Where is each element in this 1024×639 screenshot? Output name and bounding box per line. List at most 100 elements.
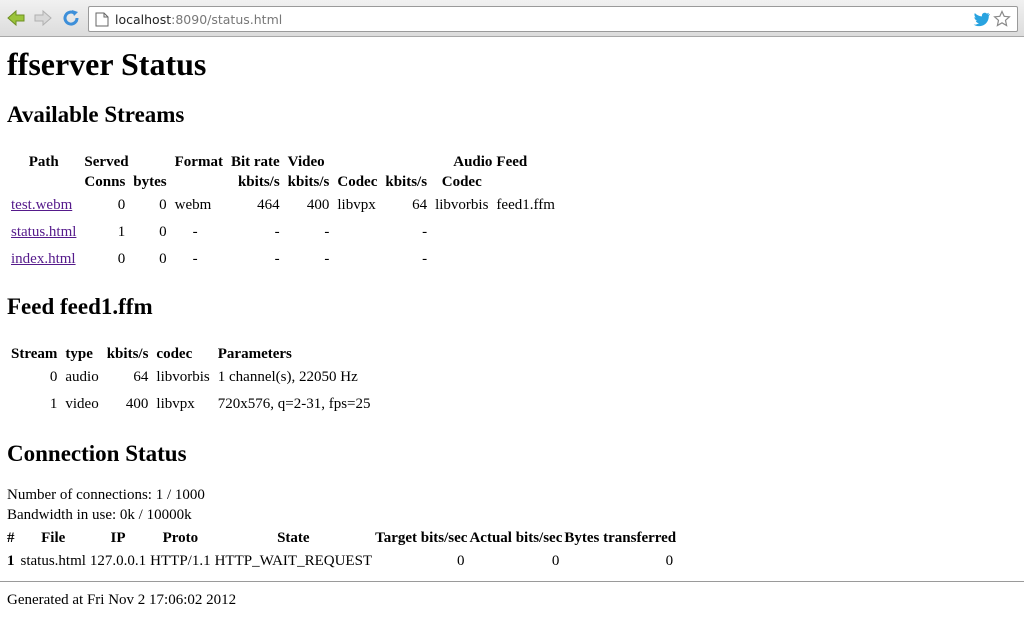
stream-feed [492,219,558,246]
feed-heading: Feed feed1.ffm [7,294,153,319]
col-audio-unit: kbits/s [385,174,428,190]
connection-row: 1 status.html 127.0.0.1 HTTP/1.1 HTTP_WA… [3,548,677,575]
bandwidth-in-use: Bandwidth in use: 0k / 10000k [7,507,192,523]
connections-table: # File IP Proto State Target bits/sec Ac… [3,528,677,575]
stream-codec: libvpx [337,197,376,213]
col-served: Served [84,154,129,170]
stream-conns: 0 [117,251,126,267]
bookmark-star-icon[interactable] [993,10,1011,28]
back-button[interactable] [6,8,26,28]
col-num: # [7,530,15,546]
conn-target: 0 [456,553,465,569]
streams-table: Path Served Format Bit rate Video Audio … [7,152,559,273]
stream-audio-codec [431,246,492,273]
stream-audio-codec: libvorbis [435,197,489,213]
conn-transferred: 0 [665,553,674,569]
col-kbits: kbits/s [106,346,149,362]
conn-ip: 127.0.0.1 [89,553,147,569]
footer-generated-at: Generated at Fri Nov 2 17:06:02 2012 [7,592,237,608]
twitter-bird-icon[interactable] [973,11,991,27]
stream-bitrate: - [274,224,280,240]
connection-heading: Connection Status [7,441,187,466]
col-stream: Stream [11,346,58,362]
col-audio-codec: Codec [441,174,482,190]
url-host: localhost [115,12,172,27]
stream-row: test.webm 0 0 webm 464 400 libvpx 64 lib… [7,192,559,219]
back-arrow-icon [7,9,25,27]
col-state: State [277,530,310,546]
stream-row: index.html 0 0 - - - - [7,246,559,273]
conn-state: HTTP_WAIT_REQUEST [214,553,373,569]
feed-table: Stream type kbits/s codec Parameters 0 a… [7,344,375,418]
page-title: ffserver Status [7,46,207,82]
stream-format: - [192,251,198,267]
stream-video: - [324,251,330,267]
feed-stream: 1 [49,396,58,412]
reload-button[interactable] [61,8,81,28]
stream-bytes: 0 [159,197,167,213]
conn-file: status.html [20,553,86,569]
stream-conns: 1 [117,224,126,240]
conn-proto: HTTP/1.1 [150,553,211,569]
col-type: type [65,346,93,362]
stream-bytes: 0 [159,224,167,240]
conn-actual: 0 [551,553,560,569]
col-path: Path [28,154,59,170]
col-actual: Actual bits/sec [469,530,563,546]
feed-type: video [65,396,99,412]
feed-params: 720x576, q=2-31, fps=25 [217,396,371,412]
stream-codec [333,246,381,273]
streams-heading: Available Streams [7,102,185,127]
col-codec: Codec [337,174,378,190]
col-feed: Feed [496,154,528,170]
stream-video: 400 [306,197,330,213]
streams-header-row-1: Path Served Format Bit rate Video Audio … [7,152,559,172]
feed-row: 0 audio 64 libvorbis 1 channel(s), 22050… [7,364,375,391]
feed-type: audio [65,369,99,385]
stream-audio: 64 [412,197,428,213]
col-video-unit: kbits/s [287,174,330,190]
feed-codec: libvpx [156,396,195,412]
col-bytes: bytes [133,174,167,190]
address-bar[interactable]: localhost:8090/status.html [88,6,1018,32]
col-conns: Conns [84,174,126,190]
col-codec: codec [156,346,193,362]
connections-header-row: # File IP Proto State Target bits/sec Ac… [3,528,677,548]
stream-link-test-webm[interactable]: test.webm [11,197,72,213]
reload-icon [63,10,79,26]
stream-feed: feed1.ffm [496,197,555,213]
stream-link-status-html[interactable]: status.html [11,224,76,240]
col-target: Target bits/sec [375,530,468,546]
stream-format: - [192,224,198,240]
forward-button[interactable] [33,8,53,28]
col-parameters: Parameters [217,346,292,362]
stream-codec [333,219,381,246]
stream-format: webm [174,197,212,213]
feed-kbits: 64 [133,369,149,385]
page-icon [95,12,109,27]
col-video: Video [287,154,325,170]
stream-feed [492,246,558,273]
stream-audio-codec [431,219,492,246]
stream-bitrate: - [274,251,280,267]
feed-row: 1 video 400 libvpx 720x576, q=2-31, fps=… [7,391,375,418]
divider [0,581,1024,582]
col-format: Format [174,154,223,170]
col-bitrate: Bit rate [230,154,280,170]
address-url: localhost:8090/status.html [115,12,282,27]
stream-row: status.html 1 0 - - - - [7,219,559,246]
stream-conns: 0 [117,197,126,213]
browser-toolbar: localhost:8090/status.html [0,0,1024,37]
stream-audio: - [422,251,428,267]
col-ip: IP [110,530,126,546]
conn-num: 1 [7,553,15,569]
url-path: :8090/status.html [171,12,283,27]
col-bitrate-unit: kbits/s [237,174,280,190]
forward-arrow-icon [34,9,52,27]
stream-audio: - [422,224,428,240]
feed-params: 1 channel(s), 22050 Hz [217,369,358,385]
col-file: File [41,530,66,546]
stream-link-index-html[interactable]: index.html [11,251,76,267]
streams-header-row-2: Conns bytes kbits/s kbits/s Codec kbits/… [7,172,559,192]
num-connections: Number of connections: 1 / 1000 [7,487,205,503]
